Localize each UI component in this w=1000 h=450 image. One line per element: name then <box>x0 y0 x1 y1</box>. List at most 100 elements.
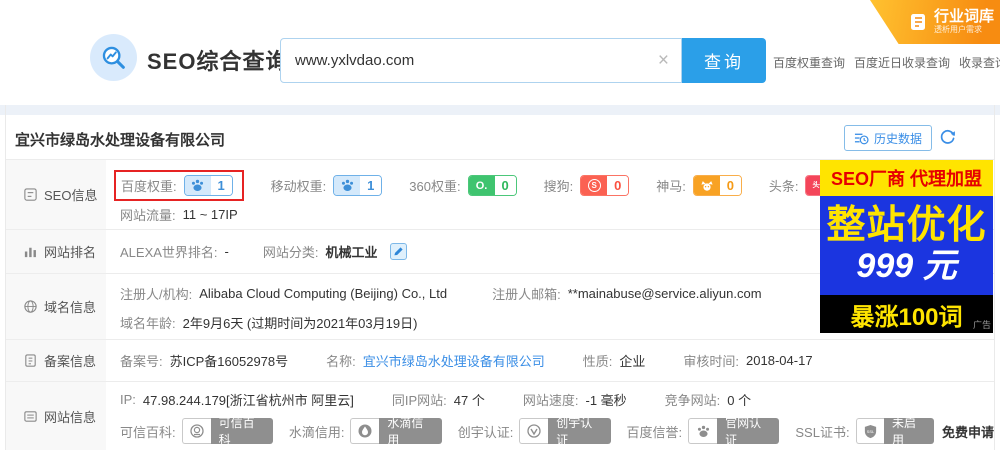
toutiao-weight-label: 头条: <box>768 179 799 194</box>
beian-audit-time-label: 审核时间: <box>683 354 740 369</box>
clear-input-icon[interactable]: × <box>646 50 681 72</box>
site-ip: IP: 47.98.244.179[浙江省杭州市 阿里云] <box>120 390 354 409</box>
sidebar-item-site-rank[interactable]: 网站排名 <box>6 230 106 274</box>
search-box: × <box>280 38 682 83</box>
industry-lexicon-ribbon[interactable]: 行业词库 透析用户需求 <box>870 0 1000 44</box>
baidu-paw-icon <box>184 176 211 195</box>
registrant: 注册人/机构: Alibaba Cloud Computing (Beijing… <box>120 284 447 303</box>
site-ip-label: IP: <box>120 392 136 407</box>
row-beian-info: 备案号: 苏ICP备16052978号 名称: 宜兴市绿岛水处理设备有限公司 性… <box>106 340 994 382</box>
mobile-weight-badge[interactable]: 1 <box>333 175 383 196</box>
sidebar-label: SEO信息 <box>44 188 98 203</box>
sidebar: SEO信息 网站排名 域名信息 备案信息 网站信息 <box>6 160 106 450</box>
free-apply-link[interactable]: 免费申请 <box>942 422 994 441</box>
baidu-weight-highlight-box: 百度权重: 1 <box>114 170 244 201</box>
magnifier-trend-icon <box>102 46 125 69</box>
beian-nature: 性质: 企业 <box>583 351 646 370</box>
sogou-weight-label: 搜狗: <box>543 179 574 194</box>
trusted-encyclopedia-label: 可信百科: <box>120 424 176 440</box>
alexa-rank: ALEXA世界排名: - <box>120 242 229 261</box>
registrant-email: 注册人邮箱: **mainabuse@service.aliyun.com <box>492 284 761 303</box>
sogou-weight-badge[interactable]: S 0 <box>580 175 630 196</box>
mobile-weight-value: 1 <box>360 176 382 195</box>
so360-weight-item: 360权重: O. 0 <box>409 175 517 196</box>
app-title: SEO综合查询 <box>147 49 289 74</box>
ssl-cert: SSL证书: SSL 未启用 免费申请 <box>795 416 994 447</box>
chuangyu-cert: 创宇认证: 创宇认证 <box>457 416 611 447</box>
row-site-info: IP: 47.98.244.179[浙江省杭州市 阿里云] 同IP网站: 47 … <box>106 382 994 450</box>
beian-audit-time: 审核时间: 2018-04-17 <box>683 351 812 370</box>
site-rank-icon <box>24 247 36 258</box>
ad-line-3: 999 元 <box>856 247 957 286</box>
site-category-value: 机械工业 <box>325 245 378 260</box>
so360-weight-label: 360权重: <box>409 179 461 194</box>
ssl-cert-badge-text: 未启用 <box>883 416 934 447</box>
history-icon <box>854 133 869 144</box>
baidu-weight-value: 1 <box>210 176 232 195</box>
beian-nature-value: 企业 <box>619 354 646 369</box>
sidebar-label: 网站排名 <box>44 245 97 260</box>
baidu-reputation-badge: 官网认证 <box>688 416 780 447</box>
baidu-reputation: 百度信誉: 官网认证 <box>626 416 780 447</box>
baidu-reputation-label: 百度信誉: <box>626 424 683 440</box>
beian-name-label: 名称: <box>326 354 356 369</box>
header-links: 百度权重查询 百度近日收录查询 收录查询 <box>773 54 1000 71</box>
sidebar-item-beian-info[interactable]: 备案信息 <box>6 340 106 382</box>
sogou-weight-value: 0 <box>607 176 629 195</box>
beian-name: 名称: 宜兴市绿岛水处理设备有限公司 <box>326 351 545 370</box>
competitor-sites-value: 0 个 <box>727 393 752 408</box>
chuangyu-cert-label: 创宇认证: <box>457 424 514 440</box>
shenma-weight-item: 神马: 0 <box>656 175 742 196</box>
sogou-weight-item: 搜狗: S 0 <box>544 175 630 196</box>
site-traffic-value: 11 ~ 17IP <box>182 207 238 222</box>
history-label: 历史数据 <box>874 131 923 146</box>
alexa-rank-value: - <box>224 244 229 259</box>
sidebar-label: 备案信息 <box>44 354 97 369</box>
trusted-encyclopedia: 可信百科: 可信百科 <box>120 416 273 447</box>
ad-line-2: 整站优化 <box>826 204 987 248</box>
beian-nature-label: 性质: <box>582 354 613 369</box>
sogou-icon: S <box>581 176 608 195</box>
ad-banner[interactable]: SEO厂商 代理加盟 整站优化 999 元 暴涨100词 广告 <box>820 160 993 333</box>
shenma-weight-value: 0 <box>719 176 741 195</box>
same-ip-sites-label: 同IP网站: <box>391 393 447 408</box>
beian-name-link[interactable]: 宜兴市绿岛水处理设备有限公司 <box>363 351 545 370</box>
so360-icon: O. <box>468 176 495 195</box>
sidebar-item-domain-info[interactable]: 域名信息 <box>6 274 106 340</box>
ad-tag: 广告 <box>972 320 991 330</box>
link-baidu-weight-query[interactable]: 百度权重查询 <box>773 54 845 71</box>
link-index-query[interactable]: 收录查询 <box>959 54 1000 71</box>
mobile-weight-item: 移动权重: 1 <box>271 175 383 196</box>
trusted-encyclopedia-badge: 可信百科 <box>181 416 273 447</box>
refresh-icon[interactable] <box>938 127 957 151</box>
same-ip-sites-value: 47 个 <box>453 393 485 408</box>
baidu-weight-badge[interactable]: 1 <box>183 175 233 196</box>
sidebar-item-site-info[interactable]: 网站信息 <box>6 382 106 450</box>
waterdrop-credit: 水滴信用: 水滴信用 <box>289 416 442 447</box>
title-bar: 宜兴市绿岛水处理设备有限公司 历史数据 <box>6 115 994 160</box>
ssl-cert-badge: SSL 未启用 <box>855 416 934 447</box>
baidu-reputation-badge-text: 官网认证 <box>717 416 780 447</box>
site-speed-label: 网站速度: <box>522 393 579 408</box>
weights-line: 百度权重: 1 移动权重: 1 360权重: O. 0 搜狗: S 0 神马: … <box>114 170 855 201</box>
beian-number-label: 备案号: <box>120 354 163 369</box>
link-baidu-recent-index-query[interactable]: 百度近日收录查询 <box>854 54 950 71</box>
shenma-weight-badge[interactable]: 0 <box>692 175 742 196</box>
site-category: 网站分类: 机械工业 <box>263 242 407 261</box>
domain-age-value: 2年9月6天 (过期时间为2021年03月19日) <box>182 316 418 331</box>
beian-number: 备案号: 苏ICP备16052978号 <box>120 351 288 370</box>
edit-category-icon[interactable] <box>389 243 407 260</box>
competitor-sites-label: 竞争网站: <box>664 393 721 408</box>
competitor-sites: 竞争网站: 0 个 <box>665 390 751 409</box>
query-button[interactable]: 查询 <box>682 38 766 83</box>
so360-weight-badge[interactable]: O. 0 <box>467 175 517 196</box>
seo-query-page: SEO综合查询 × 查询 百度权重查询 百度近日收录查询 收录查询 行业词库 透… <box>0 0 1000 450</box>
history-data-button[interactable]: 历史数据 <box>844 125 933 151</box>
seo-info-icon <box>24 188 37 201</box>
ssl-cert-label: SSL证书: <box>795 424 850 440</box>
chuangyu-cert-badge-text: 创宇认证 <box>548 416 611 447</box>
search-input[interactable] <box>281 52 646 69</box>
baidu-paw-icon <box>688 418 718 444</box>
app-logo-icon <box>90 34 137 81</box>
sidebar-item-seo-info[interactable]: SEO信息 <box>6 160 106 230</box>
